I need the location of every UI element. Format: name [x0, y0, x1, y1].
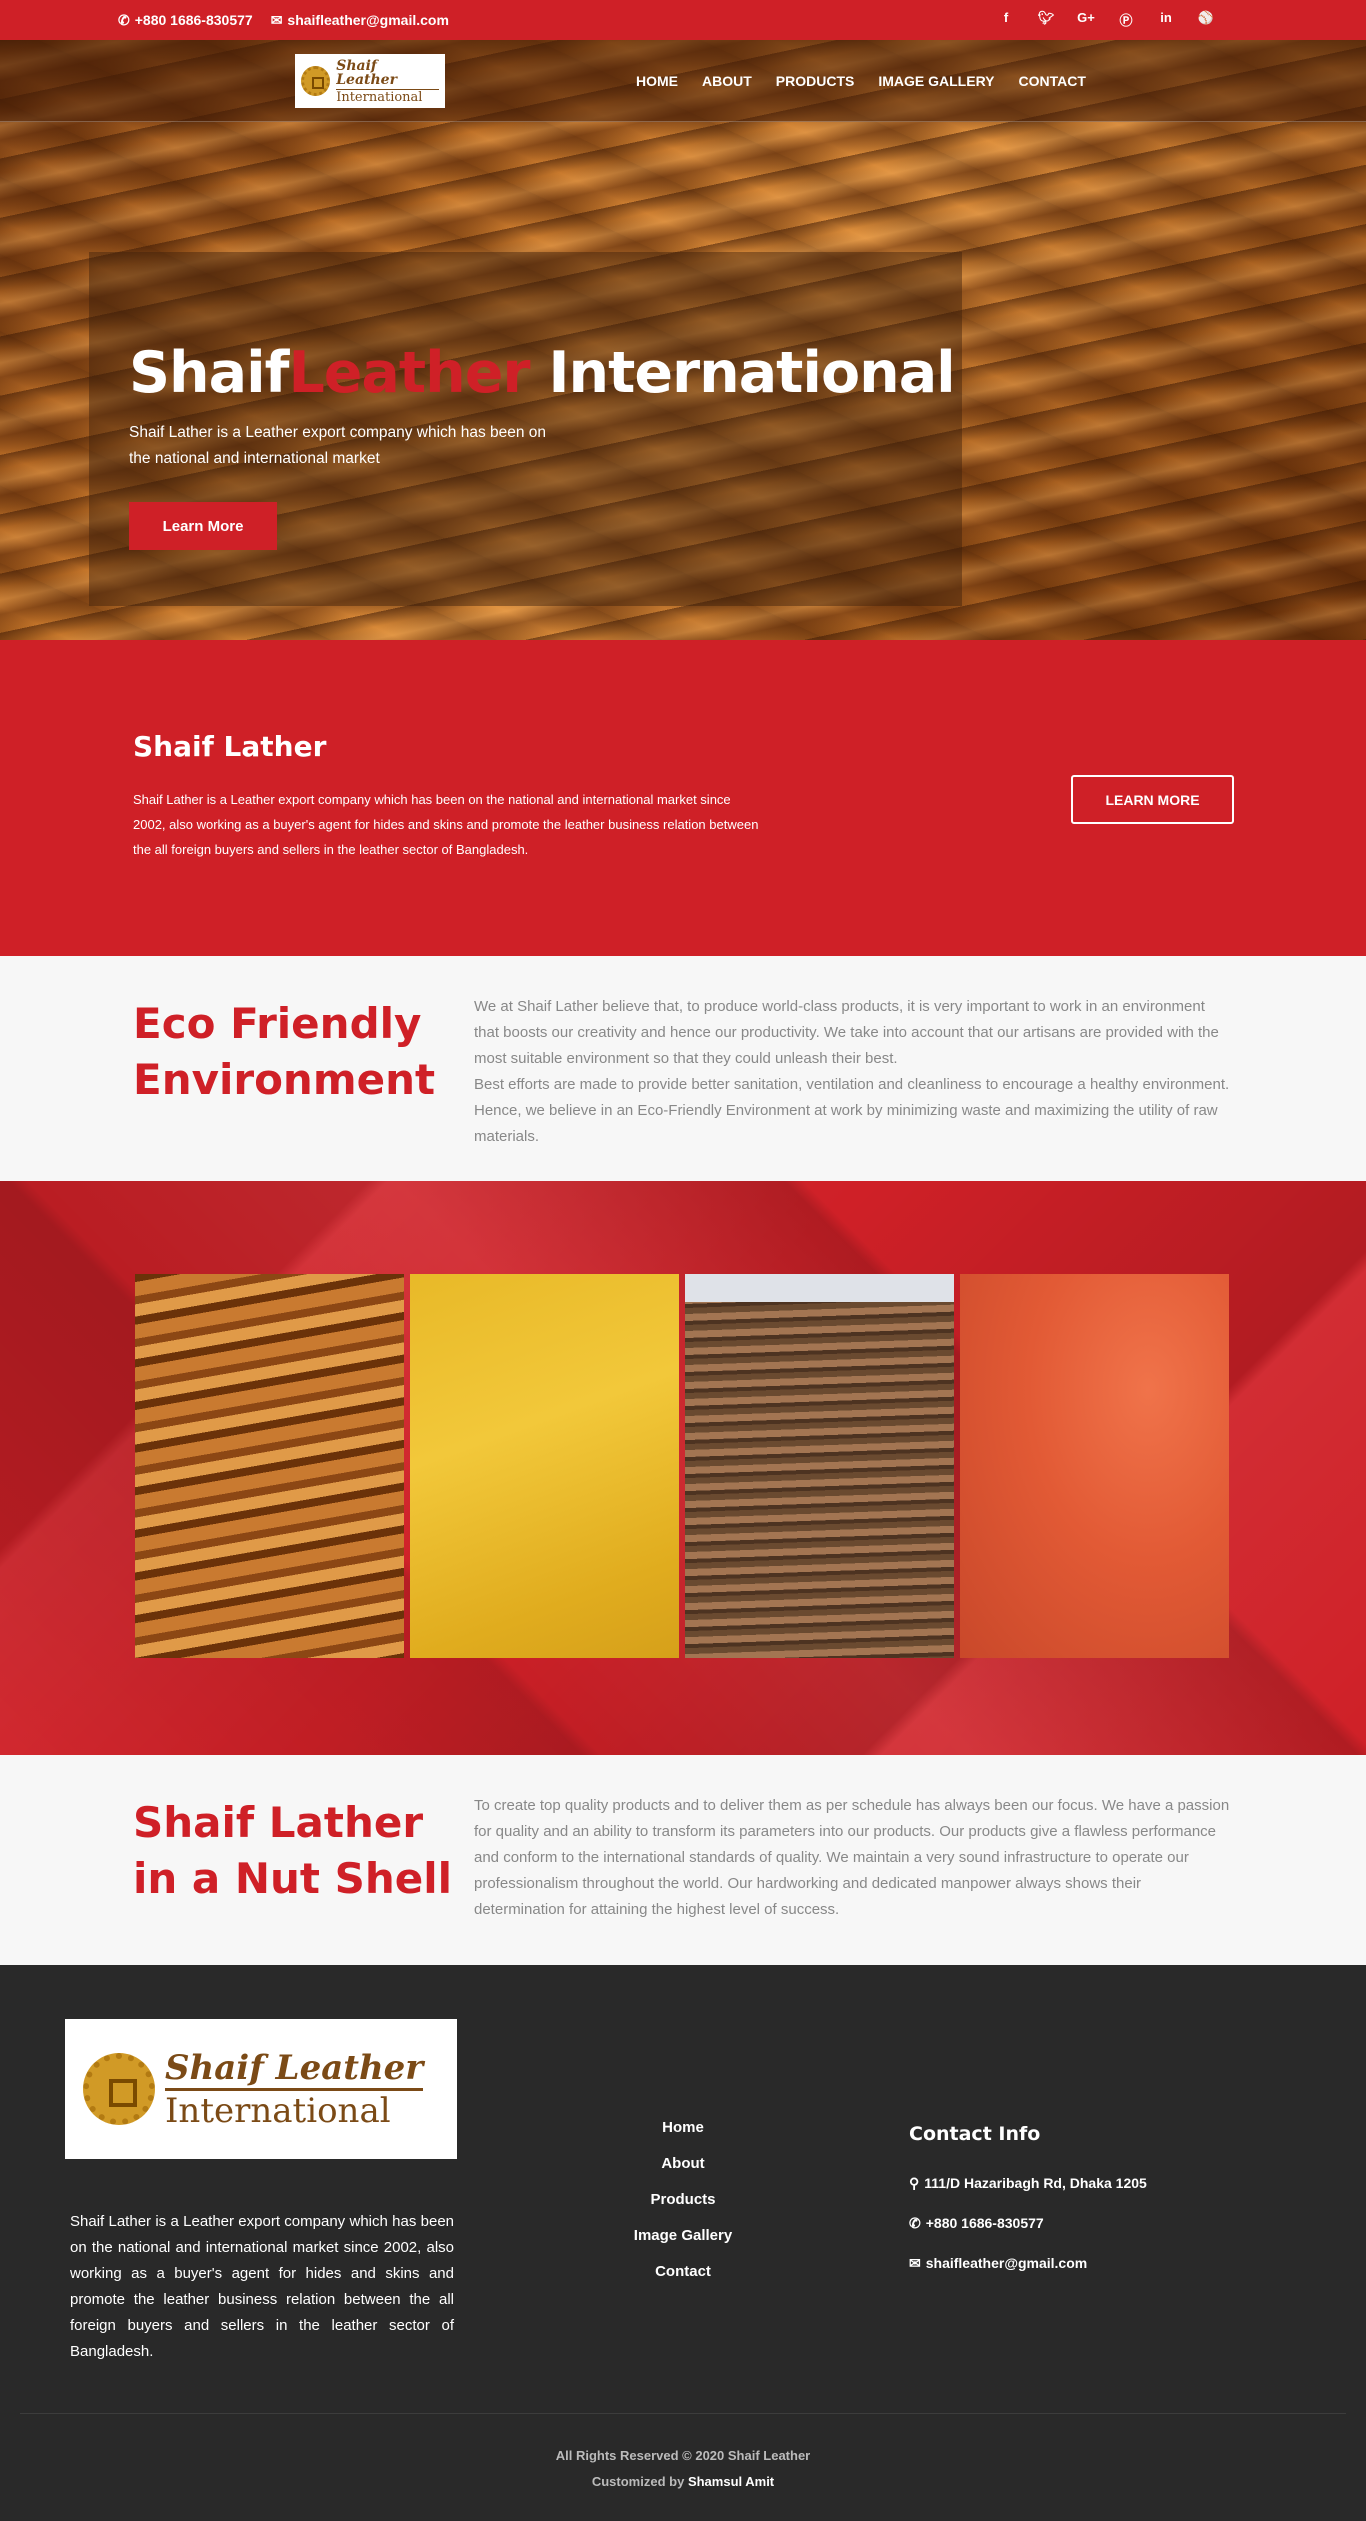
facebook-icon[interactable]: f — [986, 10, 1026, 29]
email-text: shaifleather@gmail.com — [925, 2255, 1088, 2271]
eco-text: We at Shaif Lather believe that, to prod… — [474, 994, 1234, 1150]
credit-line: Customized by Shamsul Amit — [0, 2469, 1366, 2495]
footer-email[interactable]: ✉ shaifleather@gmail.com — [909, 2255, 1147, 2295]
contact-heading: Contact Info — [909, 2123, 1041, 2145]
about-section: Shaif Lather Shaif Lather is a Leather e… — [0, 640, 1366, 956]
footer-divider — [20, 2413, 1346, 2414]
about-text: Shaif Lather is a Leather export company… — [133, 792, 759, 857]
hero-title-part2: Leather — [288, 340, 530, 406]
nav-image-gallery[interactable]: IMAGE GALLERY — [878, 73, 994, 89]
hero-learn-more-button[interactable]: Learn More — [129, 502, 277, 550]
hero-subtitle: Shaif Lather is a Leather export company… — [129, 424, 547, 467]
hero-card: ShaifLeather International Shaif Lather … — [89, 252, 962, 606]
social-links: f 🐦︎ G+ Ⓟ in ⚾ — [986, 10, 1226, 29]
top-email[interactable]: ✉ shaifleather@gmail.com — [271, 12, 449, 29]
nav-contact[interactable]: CONTACT — [1019, 73, 1086, 89]
footer-link-about[interactable]: About — [583, 2151, 783, 2187]
leather-badge-icon — [83, 2053, 155, 2125]
address-text: 111/D Hazaribagh Rd, Dhaka 1205 — [924, 2175, 1147, 2191]
gallery-image-leather-stack[interactable] — [685, 1274, 954, 1658]
map-marker-icon: ⚲ — [909, 2175, 920, 2191]
footer: Shaif Leather International Shaif Lather… — [0, 1965, 1366, 2521]
main-navbar: Shaif Leather International HOME ABOUT P… — [0, 40, 1366, 122]
logo-text: Shaif Leather International — [336, 59, 439, 104]
copyright-text: All Rights Reserved © 2020 Shaif Leather — [555, 2448, 811, 2463]
eco-heading: Eco Friendly Environment — [133, 999, 436, 1104]
hero-title-part1: Shaif — [129, 340, 289, 406]
dribbble-icon[interactable]: ⚾ — [1186, 10, 1226, 29]
linkedin-icon[interactable]: in — [1146, 10, 1186, 29]
nav-products[interactable]: PRODUCTS — [776, 73, 855, 89]
top-bar: ✆ +880 1686-830577 ✉ shaifleather@gmail.co… — [0, 0, 1366, 40]
eco-paragraph-2: Best efforts are made to provide better … — [474, 1076, 1230, 1145]
footer-description: Shaif Lather is a Leather export company… — [70, 2213, 454, 2360]
gallery-grid — [135, 1274, 1229, 1658]
logo-line2: International — [336, 88, 439, 104]
logo-line1: Shaif Leather — [336, 57, 397, 88]
footer-copyright: All Rights Reserved © 2020 Shaif Leather… — [0, 2443, 1366, 2495]
hero-title: ShaifLeather International — [129, 340, 956, 406]
footer-address: ⚲ 111/D Hazaribagh Rd, Dhaka 1205 — [909, 2175, 1147, 2215]
footer-link-products[interactable]: Products — [583, 2187, 783, 2223]
phone-icon: ✆ — [909, 2215, 921, 2231]
footer-logo[interactable]: Shaif Leather International — [65, 2019, 457, 2159]
nutshell-heading: Shaif Lather in a Nut Shell — [133, 1798, 453, 1903]
gallery-image-orange-leather[interactable] — [960, 1274, 1229, 1658]
nav-home[interactable]: HOME — [636, 73, 678, 89]
leather-badge-icon — [301, 66, 331, 96]
site-logo[interactable]: Shaif Leather International — [295, 54, 445, 108]
eco-section: Eco Friendly Environment We at Shaif Lat… — [0, 956, 1366, 1181]
footer-link-image-gallery[interactable]: Image Gallery — [583, 2223, 783, 2259]
image-gallery-section — [0, 1181, 1366, 1755]
footer-logo-line2: International — [165, 2087, 424, 2131]
footer-contact-info: Contact Info ⚲ 111/D Hazaribagh Rd, Dhaka… — [909, 2123, 1147, 2295]
footer-links: Home About Products Image Gallery Contac… — [583, 2115, 783, 2295]
gallery-image-brown-suede[interactable] — [135, 1274, 404, 1658]
credit-prefix: Customized by — [591, 2474, 685, 2489]
envelope-icon: ✉ — [909, 2255, 921, 2271]
phone-text: +880 1686-830577 — [925, 2215, 1044, 2231]
footer-phone[interactable]: ✆ +880 1686-830577 — [909, 2215, 1147, 2255]
nav-about[interactable]: ABOUT — [702, 73, 752, 89]
envelope-icon: ✉ — [270, 12, 283, 28]
hero-title-part3: International — [529, 340, 955, 406]
twitter-icon[interactable]: 🐦︎ — [1026, 10, 1066, 29]
footer-logo-text: Shaif Leather International — [165, 2047, 424, 2131]
about-learn-more-button[interactable]: LEARN MORE — [1071, 775, 1234, 824]
hero-section: Shaif Leather International HOME ABOUT P… — [0, 40, 1366, 640]
credit-author-link[interactable]: Shamsul Amit — [688, 2474, 774, 2489]
eco-paragraph-1: We at Shaif Lather believe that, to prod… — [474, 998, 1219, 1067]
gallery-image-yellow-leather[interactable] — [410, 1274, 679, 1658]
google-plus-icon[interactable]: G+ — [1066, 10, 1106, 29]
footer-link-contact[interactable]: Contact — [583, 2259, 783, 2295]
nutshell-section: Shaif Lather in a Nut Shell To create to… — [0, 1755, 1366, 1965]
nutshell-text: To create top quality products and to de… — [474, 1797, 1230, 1918]
top-phone[interactable]: ✆ +880 1686-830577 — [118, 12, 253, 29]
about-heading: Shaif Lather — [133, 730, 327, 763]
footer-link-home[interactable]: Home — [583, 2115, 783, 2151]
nav-menu: HOME ABOUT PRODUCTS IMAGE GALLERY CONTAC… — [636, 73, 1086, 89]
pinterest-icon[interactable]: Ⓟ — [1106, 10, 1146, 29]
top-contact: ✆ +880 1686-830577 ✉ shaifleather@gmail.co… — [118, 12, 449, 29]
footer-logo-line1: Shaif Leather — [165, 2047, 424, 2088]
phone-icon: ✆ — [118, 12, 130, 28]
